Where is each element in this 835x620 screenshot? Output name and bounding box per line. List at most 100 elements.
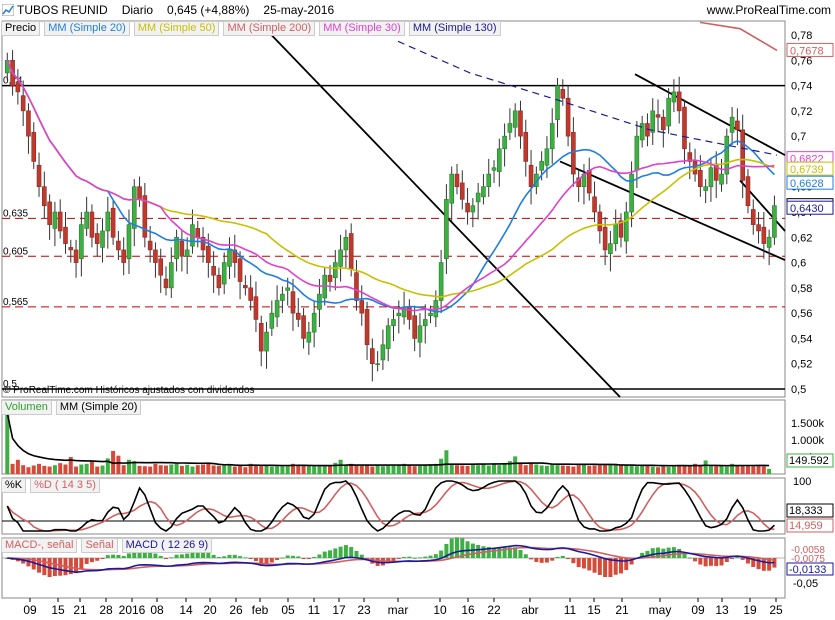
candle-body [586,169,592,194]
candle-body [216,274,222,289]
candle-body [465,202,470,213]
price-axis-tick: 0,72 [791,106,812,118]
candle-body [470,205,476,213]
candle-body [454,173,460,188]
macd-hist-bar [185,553,190,558]
candle-body [634,135,640,171]
macd-hist-bar [624,558,629,570]
macd-hist-bar [227,554,232,558]
volume-ma-line [6,412,770,467]
volume-bar [10,463,15,474]
volume-bar [444,450,449,474]
volume-bar [550,463,555,474]
x-axis-tick: 2016 [119,603,146,617]
legend-mm200[interactable]: MM (Simple 200) [223,21,316,36]
legend-volume-mm20[interactable]: MM (Simple 20) [55,400,142,415]
macd-hist-bar [380,558,385,566]
legend-mm30[interactable]: MM (Simple 30) [319,21,405,36]
volume-bar [74,466,79,474]
candle-body [745,176,751,206]
x-axis-tick: 15 [587,603,601,617]
volume-bar [407,464,412,474]
candle-body [449,173,454,204]
legend-mm20[interactable]: MM (Simple 20) [44,21,130,36]
volume-bar [677,465,682,474]
level-label: 0,605 [3,246,28,257]
volume-bar [687,466,692,474]
legend-mm50[interactable]: MM (Simple 50) [133,21,220,36]
macd-hist-bar [74,558,79,574]
volume-bar [497,465,502,474]
candle-body [740,129,745,181]
candle-body [629,173,634,213]
candle-body [73,249,79,263]
macd-hist-bar [571,558,576,564]
candle-body [555,85,560,121]
volume-bar [502,464,507,474]
volume-bar [52,465,57,474]
candle-body [301,315,306,339]
volume-bar [698,465,703,474]
macd-hist-bar [216,557,221,559]
macd-hist-bar [211,554,216,558]
legend-stoch-k[interactable]: %K [1,478,27,493]
macd-hist-bar [433,554,438,558]
candle-body [391,319,396,327]
candle-body [206,245,211,263]
volume-bar [243,467,248,474]
macd-hist-bar [550,558,555,561]
volume-bar [264,465,269,474]
macd-hist-bar [111,554,116,558]
volume-bar [423,465,428,474]
candle-body [613,224,619,244]
candle-body [248,287,253,301]
candle-body [502,135,507,150]
legend-macd-signal[interactable]: Señal [81,538,118,553]
legend-macd-hist[interactable]: MACD-, señal [1,538,78,553]
candle-body [94,233,100,244]
candle-body [703,186,708,191]
volume-bar [460,465,465,474]
volume-bar [597,465,602,474]
macd-hist-bar [698,558,703,565]
candle-body [100,230,105,248]
volume-bar [79,464,84,474]
ma-line-130 [397,40,778,156]
price-axis-tick: 0,78 [791,30,812,42]
copyright-note: © ProRealTime.com Históricos ajustados c… [3,385,255,396]
candle-body [31,132,37,162]
legend-precio[interactable]: Precio [1,21,41,36]
volume-bar [745,465,750,474]
macd-hist-bar [169,557,174,559]
legend-stoch-d[interactable]: %D ( 14 3 5) [30,478,100,493]
volume-bar [95,466,100,474]
x-axis-tick: 26 [229,603,243,617]
macd-hist-bar [703,558,708,567]
candle-body [147,240,153,251]
volume-bar [671,465,676,474]
price-axis-tick: 0,5 [791,384,806,396]
legend-volumen[interactable]: Volumen [1,400,52,415]
legend-mm130[interactable]: MM (Simple 130) [408,21,501,36]
candle-body [698,169,703,188]
candle-body [158,258,164,276]
volume-bar [386,465,391,474]
volume-bar [428,465,433,474]
candle-body [507,123,513,133]
site-url: www.ProRealTime.com [706,3,831,17]
x-axis-tick: feb [252,603,269,617]
volume-bar [592,465,597,474]
volume-bar [581,464,586,474]
trendline [257,20,621,398]
volume-bar [63,464,68,474]
x-axis-tick: 15 [51,603,65,617]
candle-body [380,344,386,361]
candle-body [608,243,613,255]
candle-body [639,123,645,141]
macd-legend: MACD-, señal Señal MACD ( 12 26 9) [1,538,213,553]
volume-bar [222,465,227,474]
legend-macd-line[interactable]: MACD ( 12 26 9) [121,538,213,553]
volume-bar [767,468,772,474]
candle-body [602,226,608,251]
candle-body [650,110,656,133]
